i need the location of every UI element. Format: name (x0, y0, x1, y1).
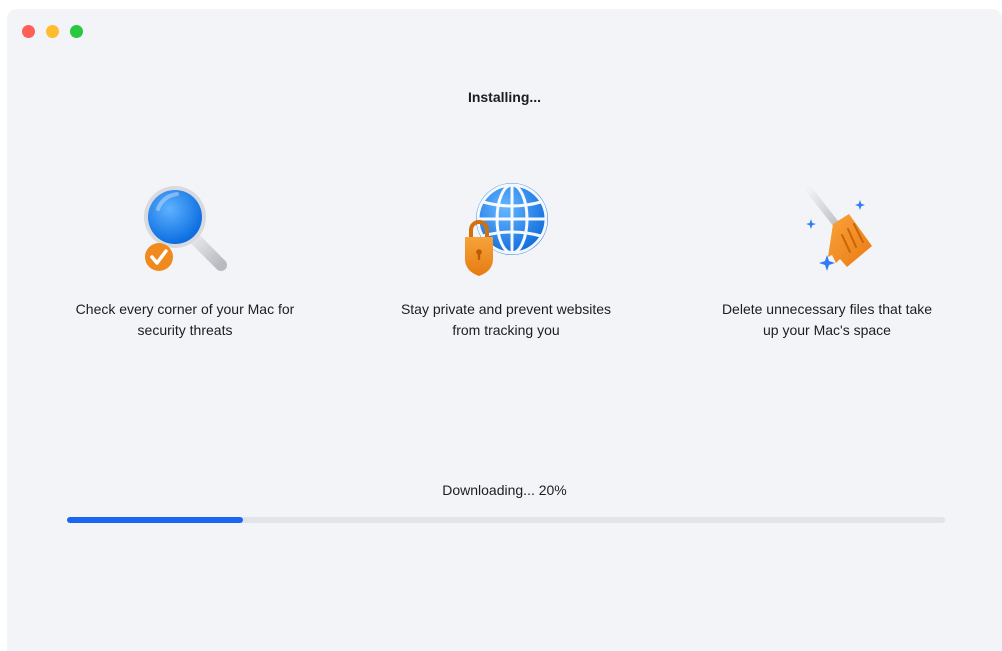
feature-description: Stay private and prevent websites from t… (400, 301, 612, 338)
feature-security-scan: Check every corner of your Mac for secur… (35, 179, 335, 341)
page-title: Installing... (467, 89, 542, 105)
download-progress-bar (67, 517, 945, 523)
close-window-button[interactable] (22, 25, 35, 38)
progress-fill (67, 517, 243, 523)
installer-window: Installing... Check every corner of your… (7, 9, 1002, 651)
zoom-window-button[interactable] (70, 25, 83, 38)
feature-cleanup: Delete unnecessary files that take up yo… (677, 179, 977, 341)
feature-description: Delete unnecessary files that take up yo… (721, 301, 933, 338)
globe-lock-icon (465, 183, 548, 276)
feature-description: Check every corner of your Mac for secur… (75, 301, 295, 338)
feature-privacy: Stay private and prevent websites from t… (356, 179, 656, 341)
magnifier-check-icon (144, 186, 227, 271)
download-status: Downloading... 20% (442, 482, 567, 498)
broom-sparkle-icon (806, 187, 872, 271)
minimize-window-button[interactable] (46, 25, 59, 38)
